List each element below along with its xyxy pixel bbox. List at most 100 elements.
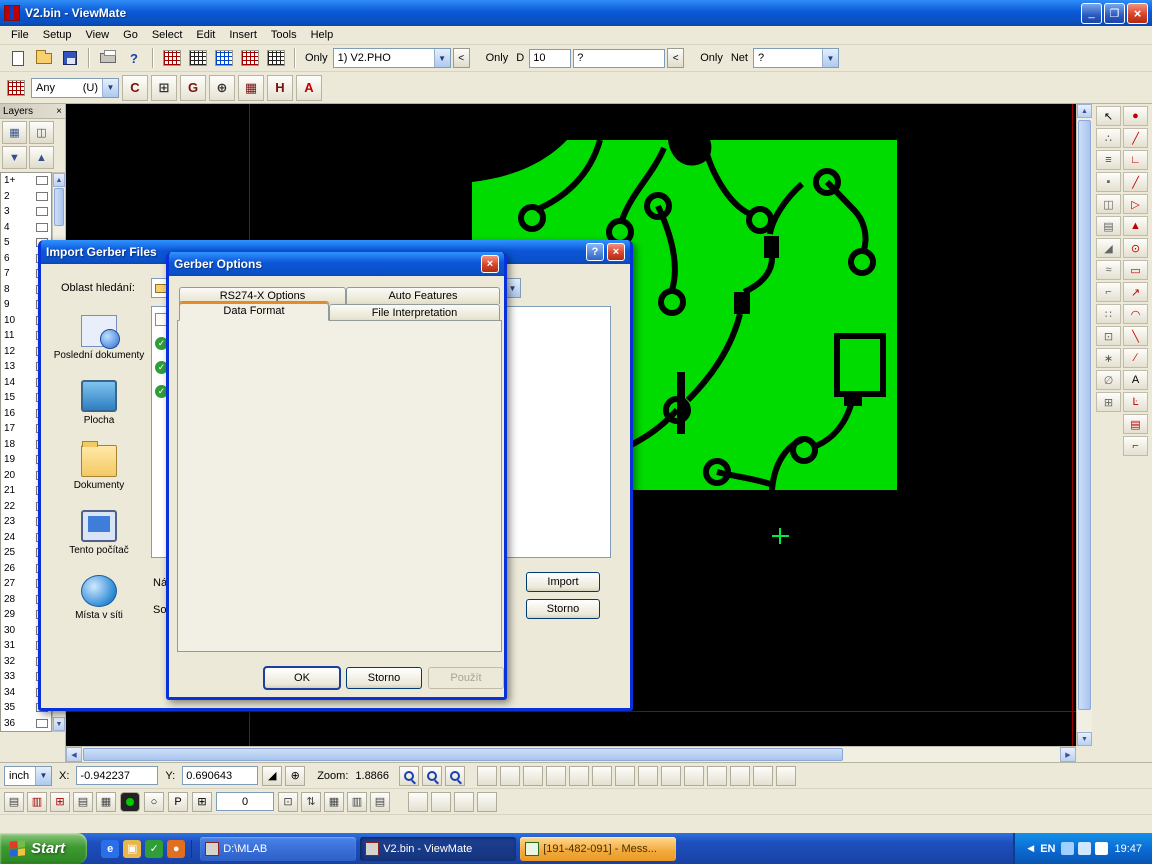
restore-button[interactable]: ❐ [1104,3,1125,24]
pad-pattern-6[interactable] [592,766,612,786]
language-indicator[interactable]: EN [1040,843,1055,855]
scrollbar-thumb[interactable] [54,188,64,226]
layers-panel-close-icon[interactable]: × [56,106,62,117]
quick-browser[interactable]: ● [167,840,185,858]
scroll-left-icon[interactable]: ◀ [66,747,82,762]
triangle-up-tool[interactable]: ▲ [1123,216,1148,236]
previous-file-button[interactable]: < [453,48,470,68]
wave-tool[interactable]: ≈ [1096,260,1121,280]
null-tool[interactable]: ∅ [1096,370,1121,390]
dialog-help-button[interactable]: ? [586,243,604,261]
select-pattern-2[interactable] [431,792,451,812]
flash-view-button[interactable] [238,47,262,69]
matrix-tool[interactable]: ▦ [238,75,264,101]
measure-diagonal-tool[interactable]: ◢ [262,766,282,786]
apply-button[interactable]: Použít [428,667,504,689]
layer-move-up-button[interactable]: ▲ [29,146,54,169]
pad-pattern-7[interactable] [615,766,635,786]
chevron-down-icon[interactable]: ▼ [35,767,51,785]
new-file-button[interactable] [6,47,30,69]
hole-tool[interactable]: ○ [144,792,164,812]
trace-view-button[interactable] [186,47,210,69]
star-tool[interactable]: ∗ [1096,348,1121,368]
layer-row[interactable]: 1+ [1,173,51,189]
place-documents[interactable]: Dokumenty [51,436,147,501]
only-dcode-label[interactable]: Only [486,52,509,64]
highlight-tool[interactable]: H [267,75,293,101]
layer-grid-button[interactable]: ▦ [2,121,27,144]
arrow-ne-tool[interactable]: ↗ [1123,282,1148,302]
pad-pattern-12[interactable] [730,766,750,786]
menu-edit[interactable]: Edit [189,27,222,43]
quick-explorer[interactable]: ▣ [123,840,141,858]
quick-ie[interactable]: e [101,840,119,858]
tab-auto-features[interactable]: Auto Features [346,287,500,304]
dot-grid-tool[interactable]: ⊡ [278,792,298,812]
aperture-list-button[interactable] [4,77,28,99]
tab-data-format[interactable]: Data Format [179,301,329,321]
select-pattern-3[interactable] [454,792,474,812]
circle-aperture-tool[interactable]: C [122,75,148,101]
layer-row[interactable]: 36 [1,716,51,732]
minimize-button[interactable]: _ [1081,3,1102,24]
scroll-up-icon[interactable]: ▲ [1077,104,1092,118]
layer-row[interactable]: 4 [1,220,51,236]
scroll-down-icon[interactable]: ▼ [53,717,65,731]
scroll-down-icon[interactable]: ▼ [1077,732,1092,746]
pad-view-button[interactable] [160,47,184,69]
context-help-button[interactable]: ? [122,47,146,69]
arc-tool[interactable]: ◠ [1123,304,1148,324]
layer-color-swatch[interactable] [36,719,48,728]
stack-tool[interactable]: ≡ [1096,150,1121,170]
scroll-right-icon[interactable]: ▶ [1060,747,1076,762]
center-target-tool[interactable]: ⊕ [285,766,305,786]
open-file-button[interactable] [32,47,56,69]
select-pattern-1[interactable] [408,792,428,812]
circle-pad-tool[interactable]: ⊙ [1123,238,1148,258]
traces-view-tool[interactable]: ▥ [347,792,367,812]
place-network[interactable]: Místa v síti [51,566,147,631]
menu-view[interactable]: View [78,27,116,43]
only-net-label[interactable]: Only [700,52,723,64]
previous-dcode-button[interactable]: < [667,48,684,68]
print-button[interactable] [96,47,120,69]
start-button[interactable]: Start [0,833,87,864]
zoom-in-tool[interactable] [399,766,419,786]
menu-select[interactable]: Select [145,27,190,43]
hash-tool[interactable]: ⊞ [1096,392,1121,412]
tray-collapse-icon[interactable]: ◀ [1027,843,1034,854]
boxed-dot-tool[interactable]: ⊡ [1096,326,1121,346]
draw-line-tool[interactable]: ╱ [1123,128,1148,148]
layer-move-down-button[interactable]: ▼ [2,146,27,169]
flash-view-tool[interactable]: ▤ [370,792,390,812]
import-button[interactable]: Import [526,572,600,592]
layer-color-swatch[interactable] [36,192,48,201]
pad-pattern-2[interactable] [500,766,520,786]
pad-pattern-11[interactable] [707,766,727,786]
pad-pattern-9[interactable] [661,766,681,786]
save-file-button[interactable] [58,47,82,69]
stripes-tool[interactable]: ▥ [27,792,47,812]
layer-color-swatch[interactable] [36,207,48,216]
zoom-window-tool[interactable] [422,766,442,786]
pad-pattern-5[interactable] [569,766,589,786]
angle-line-tool[interactable]: ∟ [1123,150,1148,170]
ok-button[interactable]: OK [264,667,340,689]
snap-grid-tool[interactable]: ⊞ [192,792,212,812]
red-grid-tool[interactable]: ⊞ [50,792,70,812]
slash-tool[interactable]: ∕ [1123,348,1148,368]
layer-color-swatch[interactable] [36,223,48,232]
grid-dots-tool[interactable]: ∷ [1096,304,1121,324]
draw-view-button[interactable] [264,47,288,69]
dcode-pattern-input[interactable]: ? [573,49,665,68]
rows-tool[interactable]: ▤ [1096,216,1121,236]
pad-pattern-4[interactable] [546,766,566,786]
dots-tool[interactable]: ∴ [1096,128,1121,148]
layer-row[interactable]: 2 [1,189,51,205]
pad-pattern-14[interactable] [776,766,796,786]
status-light[interactable] [120,792,140,812]
quick-updater[interactable]: ✓ [145,840,163,858]
place-recent[interactable]: Poslední dokumenty [51,306,147,371]
taskbar-task[interactable]: D:\MLAB [200,837,356,861]
backslash-tool[interactable]: ╲ [1123,326,1148,346]
